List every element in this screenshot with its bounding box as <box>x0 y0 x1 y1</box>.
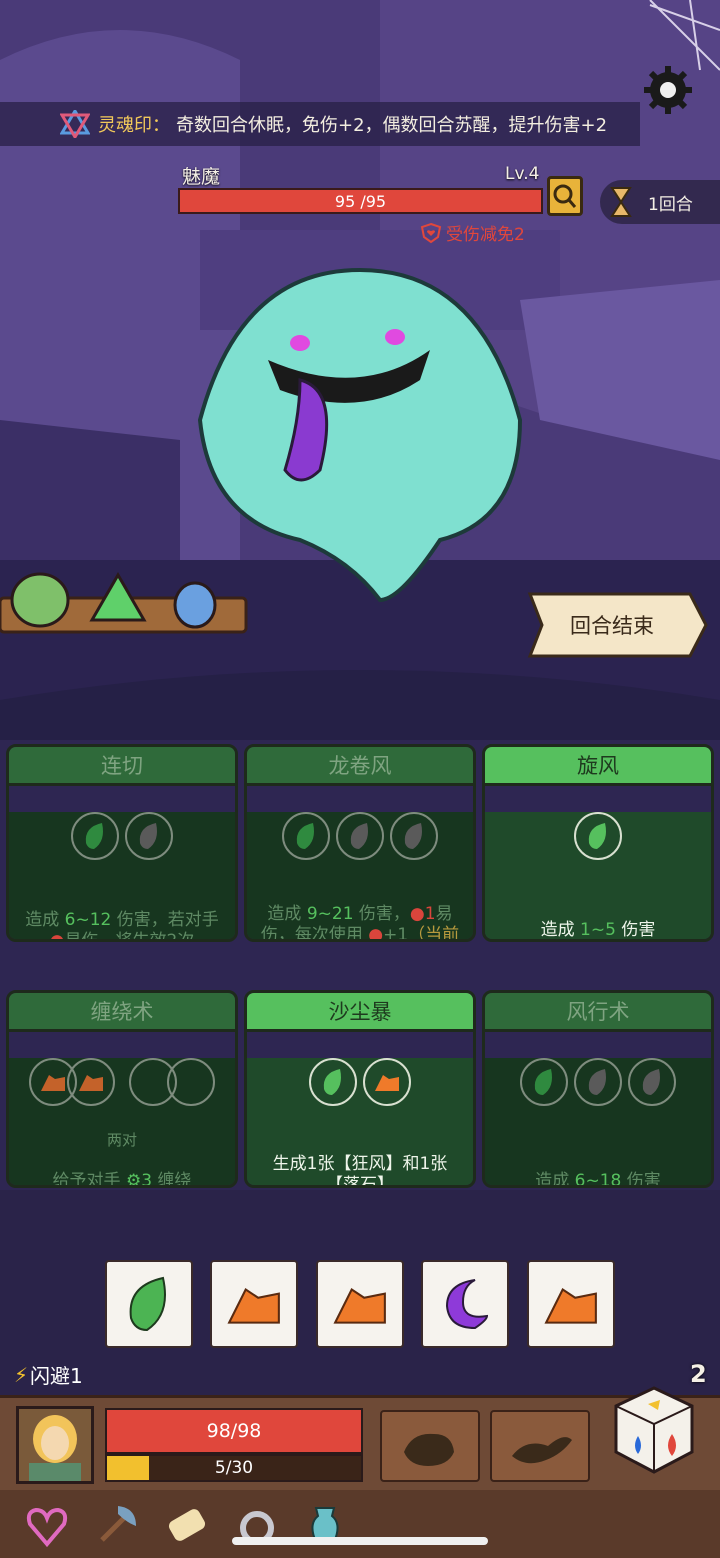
slot-rock-icon <box>67 1058 115 1106</box>
hexagram-icon <box>60 110 90 138</box>
card-description: 造成 6~12 伤害，若对手 ●易伤，将生效2次 <box>25 910 219 942</box>
skill-card-shachenbao[interactable]: 沙尘暴 生成1张【狂风】和1张【落石】 <box>244 990 476 1188</box>
claw-equipment[interactable] <box>490 1410 590 1482</box>
rock-icon <box>544 1287 597 1324</box>
turn-label: 1回合 <box>648 195 693 215</box>
enemy-hp-text: 95 /95 <box>334 191 387 211</box>
card-description: 造成 6~18 伤害 <box>535 1171 661 1188</box>
player-xp-text: 5/30 <box>214 1458 254 1478</box>
card-title: 旋风 <box>485 747 711 786</box>
slot-leaf-icon <box>336 812 384 860</box>
slot-leaf-icon <box>309 1058 357 1106</box>
enemy-hp-bar: 95 /95 <box>178 188 543 214</box>
card-title: 龙卷风 <box>247 747 473 786</box>
enemy-name: 魅魔 <box>182 166 221 188</box>
die-rock[interactable] <box>527 1260 615 1348</box>
card-description: 生成1张【狂风】和1张【落石】 <box>272 1154 448 1188</box>
slot-rock-pair <box>29 1058 115 1106</box>
shield-heart-icon <box>420 222 442 243</box>
moon-icon <box>445 1279 489 1330</box>
die-rock[interactable] <box>210 1260 298 1348</box>
card-title: 连切 <box>9 747 235 786</box>
dice-cube[interactable] <box>612 1384 696 1476</box>
dice-slots <box>9 1058 235 1106</box>
leaf-icon <box>129 1276 166 1332</box>
dodge-status: ⚡ 闪避1 <box>14 1360 83 1389</box>
player-hp-bar: 98/98 <box>105 1408 363 1454</box>
slot-leaf-icon <box>574 1058 622 1106</box>
slot-leaf-icon <box>125 812 173 860</box>
slot-leaf-icon <box>628 1058 676 1106</box>
rock-icon <box>227 1287 280 1324</box>
card-description: 给予对手 ⚙3 缠绕 <box>52 1171 192 1188</box>
dice-slots <box>247 812 473 860</box>
card-description: 造成 1~5 伤害 <box>540 920 656 940</box>
settings-gear-icon[interactable] <box>640 62 696 118</box>
slot-leaf-icon <box>282 812 330 860</box>
slot-leaf-icon <box>520 1058 568 1106</box>
slot-rock-icon <box>363 1058 411 1106</box>
slot-leaf-icon <box>390 812 438 860</box>
skill-card-xuanfeng[interactable]: 旋风 造成 1~5 伤害 <box>482 744 714 942</box>
gauntlet-icon <box>404 1433 454 1466</box>
card-title: 风行术 <box>485 993 711 1032</box>
die-leaf[interactable] <box>105 1260 193 1348</box>
claw-icon <box>512 1437 572 1464</box>
die-moon[interactable] <box>421 1260 509 1348</box>
hourglass-icon <box>610 187 632 217</box>
card-title: 沙尘暴 <box>247 993 473 1032</box>
lightning-icon: ⚡ <box>14 1362 29 1387</box>
player-hp-text: 98/98 <box>206 1420 262 1442</box>
dodge-text: 闪避1 <box>30 1364 83 1388</box>
skill-card-chanraoshu[interactable]: 缠绕术 两对 给予对手 ⚙3 缠绕 <box>6 990 238 1188</box>
dice-slots <box>485 1058 711 1106</box>
slot-empty <box>167 1058 215 1106</box>
dice-slots <box>9 812 235 860</box>
die-rock[interactable] <box>316 1260 404 1348</box>
gauntlet-equipment[interactable] <box>380 1410 480 1482</box>
enemy-info-icon[interactable] <box>547 176 583 216</box>
slot-leaf-icon <box>574 812 622 860</box>
soul-seal-title: 灵魂印： <box>98 115 170 136</box>
soul-seal-banner: 灵魂印： 奇数回合休眠，免伤+2，偶数回合苏醒，提升伤害+2 <box>0 102 640 146</box>
card-description: 造成 9~21 伤害，●1易伤，每次使用 ●+1（当前1） <box>260 904 460 942</box>
skill-card-longjuanfeng[interactable]: 龙卷风 造成 9~21 伤害，●1易伤，每次使用 ●+1（当前1） <box>244 744 476 942</box>
slot-leaf-icon <box>71 812 119 860</box>
axe-icon[interactable] <box>92 1500 142 1550</box>
skill-card-fengxingshu[interactable]: 风行术 造成 6~18 伤害 <box>482 990 714 1188</box>
soul-seal-description: 奇数回合休眠，免伤+2，偶数回合苏醒，提升伤害+2 <box>176 115 608 136</box>
player-avatar[interactable] <box>16 1406 94 1484</box>
skill-card-lianqie[interactable]: 连切 造成 6~12 伤害，若对手 ●易伤，将生效2次 <box>6 744 238 942</box>
card-title: 缠绕术 <box>9 993 235 1032</box>
home-indicator[interactable] <box>232 1537 488 1545</box>
end-turn-label: 回合结束 <box>570 614 654 638</box>
rock-icon <box>333 1287 386 1324</box>
heart-amulet-icon[interactable] <box>22 1500 72 1550</box>
scroll-icon[interactable] <box>162 1500 212 1550</box>
slot-empty-pair <box>129 1058 215 1106</box>
enemy-damage-reduction: 受伤减免2 <box>420 220 525 245</box>
enemy-level: Lv.4 <box>505 164 540 184</box>
dice-slots <box>247 1058 473 1106</box>
debuff-text: 受伤减免2 <box>446 225 525 245</box>
dice-slots <box>485 812 711 860</box>
slot-requirement: 两对 <box>106 1131 137 1149</box>
